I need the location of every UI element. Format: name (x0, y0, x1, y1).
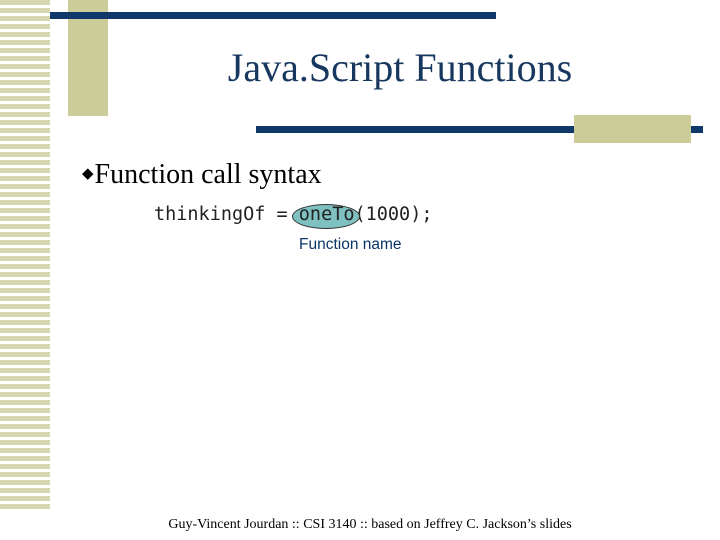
slide-title: Java.Script Functions (227, 45, 573, 90)
right-tan-block (574, 115, 691, 143)
slide-footer: Guy-Vincent Jourdan :: CSI 3140 :: based… (168, 517, 572, 532)
bullet-item: ◆Function call syntax (82, 157, 322, 197)
bullet-text: Function call syntax (94, 159, 322, 190)
highlighted-function-name: oneTo (291, 201, 360, 229)
code-arguments: (1000); (354, 204, 433, 225)
code-assignment: thinkingOf = (154, 204, 299, 225)
code-example: thinkingOf = oneTo(1000); (154, 201, 432, 229)
diamond-bullet-icon: ◆ (82, 166, 94, 182)
side-stripe-decoration (0, 0, 50, 512)
function-name-callout: Function name (299, 236, 402, 253)
top-rule (50, 12, 496, 19)
